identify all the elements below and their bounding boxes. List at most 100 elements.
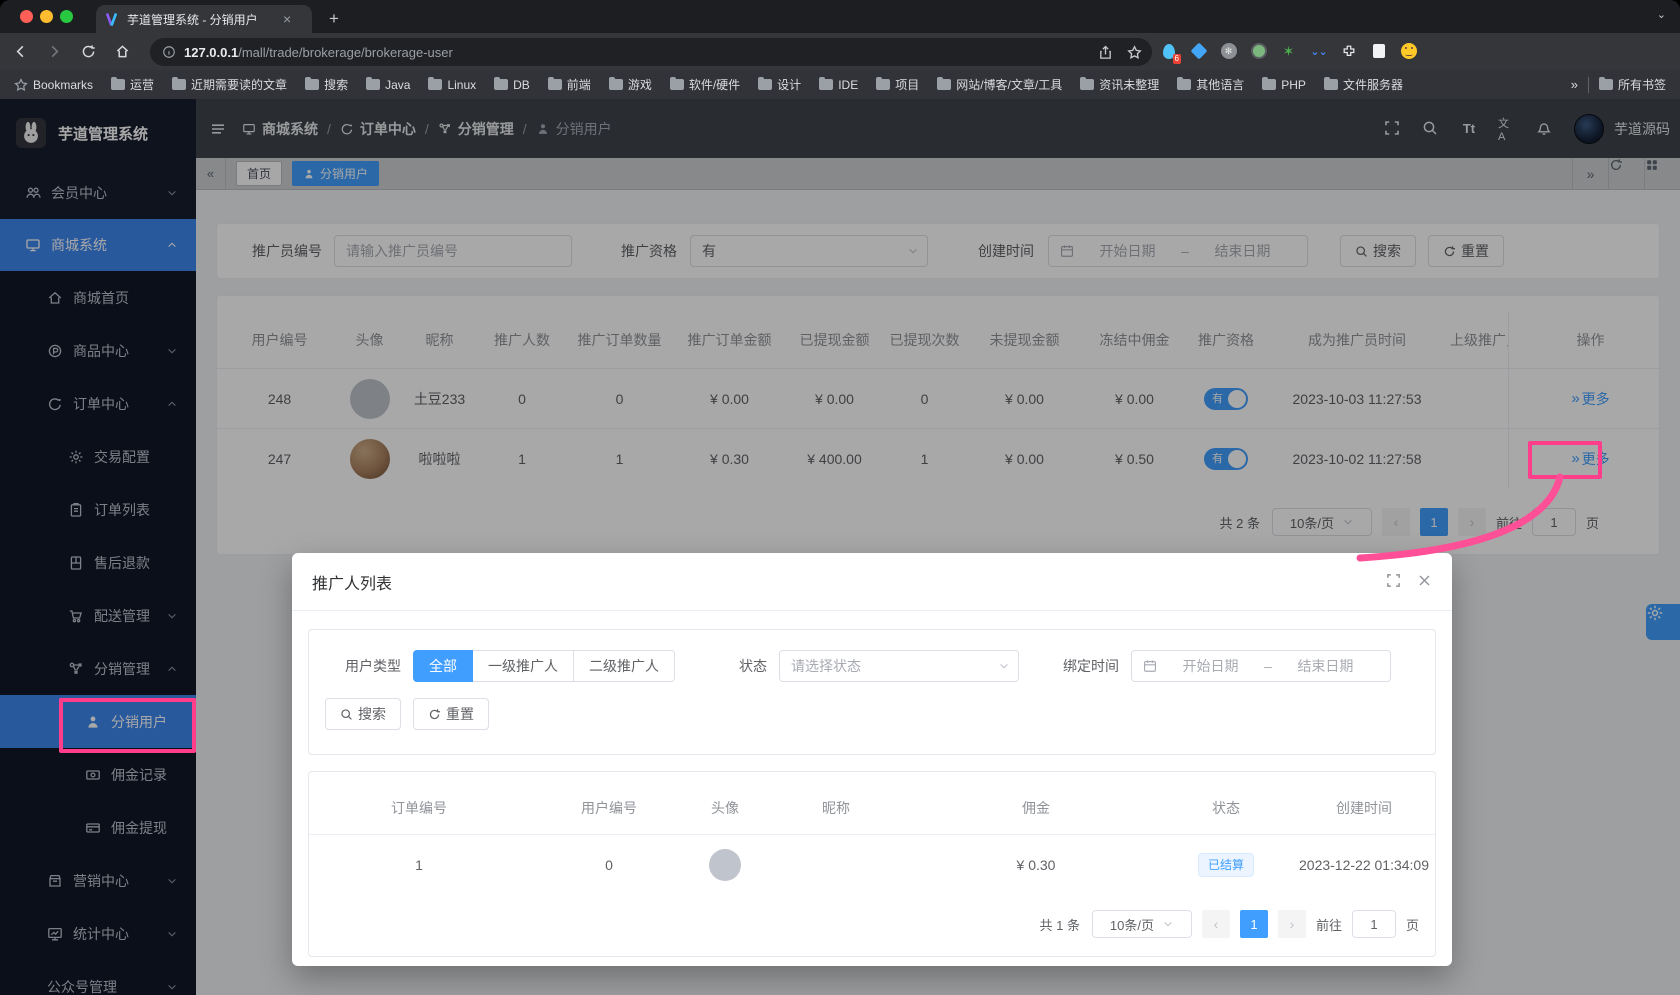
bookmark-folder[interactable]: IDE — [819, 78, 858, 92]
page-size-select[interactable]: 10条/页 — [1092, 910, 1192, 938]
extension-droplet-icon[interactable]: 6 — [1160, 43, 1177, 60]
folder-icon — [1262, 79, 1276, 90]
bookmark-label: 软件/硬件 — [689, 76, 740, 93]
dialog-fullscreen-icon[interactable] — [1386, 573, 1401, 588]
bookmark-label: 搜索 — [324, 76, 348, 93]
bookmark-folder[interactable]: 搜索 — [305, 76, 348, 93]
commission-cell: ¥ 0.30 — [911, 857, 1161, 873]
chevron-down-icon — [1162, 918, 1174, 930]
bookmark-label: 资讯未整理 — [1099, 76, 1159, 93]
extension-gem-icon[interactable] — [1190, 43, 1207, 60]
share-icon[interactable] — [1098, 45, 1113, 60]
folder-icon — [305, 79, 319, 90]
avatar — [709, 849, 741, 881]
order-id-cell: 1 — [309, 857, 529, 873]
annotation-box-sidebar-brokerage-user — [59, 698, 196, 753]
bookmark-folder[interactable]: 项目 — [876, 76, 919, 93]
window-zoom-button[interactable] — [60, 10, 73, 23]
bookmark-folder[interactable]: 游戏 — [609, 76, 652, 93]
bookmark-folder[interactable]: 前端 — [548, 76, 591, 93]
bookmark-label: 近期需要读的文章 — [191, 76, 287, 93]
bookmark-label: 设计 — [777, 76, 801, 93]
url-host: 127.0.0.1 — [184, 45, 238, 60]
current-page-button[interactable]: 1 — [1240, 910, 1268, 938]
end-date-placeholder: 结束日期 — [1297, 656, 1353, 676]
bookmark-folder[interactable]: 近期需要读的文章 — [172, 76, 287, 93]
bind-time-range-picker[interactable]: 开始日期 – 结束日期 — [1131, 650, 1391, 682]
folder-icon — [609, 79, 623, 90]
profile-avatar-icon[interactable] — [1400, 43, 1417, 60]
all-bookmarks-label: 所有书签 — [1618, 76, 1666, 93]
column-header: 佣金 — [911, 798, 1161, 818]
created-time-cell: 2023-12-22 01:34:09 — [1291, 857, 1437, 873]
forward-icon[interactable] — [40, 38, 68, 66]
bookmark-folder[interactable]: 设计 — [758, 76, 801, 93]
bookmark-star-icon[interactable] — [1127, 45, 1142, 60]
user-type-level2-radio[interactable]: 二级推广人 — [573, 650, 675, 682]
dialog-title: 推广人列表 — [312, 570, 392, 594]
bookmark-folder[interactable]: 其他语言 — [1177, 76, 1244, 93]
folder-icon — [172, 79, 186, 90]
all-bookmarks-folder[interactable]: 所有书签 — [1599, 76, 1666, 93]
bookmark-folder[interactable]: 软件/硬件 — [670, 76, 740, 93]
bookmark-label: 游戏 — [628, 76, 652, 93]
user-type-level1-radio[interactable]: 一级推广人 — [472, 650, 574, 682]
status-label: 状态 — [739, 656, 767, 676]
bookmark-folder[interactable]: Linux — [428, 78, 476, 92]
status-select[interactable]: 请选择状态 — [779, 650, 1019, 682]
page-viewport: 芋道管理系统 会员中心 商城系统 商城首页 商品中心 — [0, 99, 1680, 995]
bookmark-label: DB — [513, 78, 530, 92]
bookmark-folder[interactable]: PHP — [1262, 78, 1306, 92]
column-header: 头像 — [689, 798, 761, 818]
chevron-down-icon — [998, 660, 1010, 672]
tab-search-chevron-icon[interactable]: ⌄ — [1657, 8, 1666, 21]
divider — [1588, 77, 1589, 93]
folder-icon — [548, 79, 562, 90]
status-cell: 已结算 — [1161, 853, 1291, 877]
dialog-search-button[interactable]: 搜索 — [325, 698, 401, 730]
bookmark-folder[interactable]: 运营 — [111, 76, 154, 93]
extension-green-circle-icon[interactable] — [1250, 43, 1267, 60]
folder-icon — [758, 79, 772, 90]
next-page-button[interactable]: › — [1278, 910, 1306, 938]
window-close-button[interactable] — [20, 10, 33, 23]
back-icon[interactable] — [6, 38, 34, 66]
user-type-all-radio[interactable]: 全部 — [413, 650, 473, 682]
bookmarks-bar: Bookmarks 运营 近期需要读的文章 搜索 Java Linux DB 前… — [0, 70, 1680, 99]
new-tab-button[interactable]: + — [322, 7, 346, 31]
folder-icon — [876, 79, 890, 90]
dialog-close-icon[interactable] — [1417, 573, 1432, 588]
browser-tab[interactable]: 芋道管理系统 - 分销用户 × — [96, 5, 312, 33]
extension-square-icon[interactable] — [1370, 43, 1387, 60]
prev-page-button[interactable]: ‹ — [1202, 910, 1230, 938]
folder-icon — [428, 79, 442, 90]
goto-page-input[interactable] — [1352, 910, 1396, 938]
browser-tab-strip: 芋道管理系统 - 分销用户 × + ⌄ — [0, 0, 1680, 33]
bookmark-folder[interactable]: Java — [366, 78, 410, 92]
folder-icon — [1599, 79, 1613, 90]
tab-close-icon[interactable]: × — [283, 11, 291, 27]
address-bar[interactable]: 127.0.0.1/mall/trade/brokerage/brokerage… — [150, 38, 1152, 66]
bookmark-label: Linux — [447, 78, 476, 92]
browser-window: 芋道管理系统 - 分销用户 × + ⌄ 127.0.0.1/mall/trade… — [0, 0, 1680, 995]
bookmark-folder[interactable]: 资讯未整理 — [1080, 76, 1159, 93]
extensions-area: 6 ✻ ✶ ⌄⌄ — [1160, 36, 1417, 66]
bookmark-label: 网站/博客/文章/工具 — [956, 76, 1062, 93]
bookmark-folder[interactable]: DB — [494, 78, 530, 92]
bookmark-folder[interactable]: 网站/博客/文章/工具 — [937, 76, 1062, 93]
dialog-reset-button[interactable]: 重置 — [413, 698, 489, 730]
window-minimize-button[interactable] — [40, 10, 53, 23]
site-info-icon[interactable] — [162, 45, 176, 59]
bookmarks-root[interactable]: Bookmarks — [14, 78, 93, 92]
extension-chevrons-icon[interactable]: ⌄⌄ — [1310, 43, 1327, 60]
bookmark-folder[interactable]: 文件服务器 — [1324, 76, 1403, 93]
column-header: 创建时间 — [1291, 798, 1437, 818]
extension-green-star-icon[interactable]: ✶ — [1280, 43, 1297, 60]
bookmark-label: IDE — [838, 78, 858, 92]
extension-snowflake-icon[interactable]: ✻ — [1220, 43, 1237, 60]
reload-icon[interactable] — [74, 38, 102, 66]
extensions-puzzle-icon[interactable] — [1340, 43, 1357, 60]
home-icon[interactable] — [108, 38, 136, 66]
promoter-table: 订单编号 用户编号 头像 昵称 佣金 状态 创建时间 1 0 ¥ 0.30 — [308, 771, 1436, 957]
bookmarks-overflow-icon[interactable]: » — [1571, 77, 1578, 92]
